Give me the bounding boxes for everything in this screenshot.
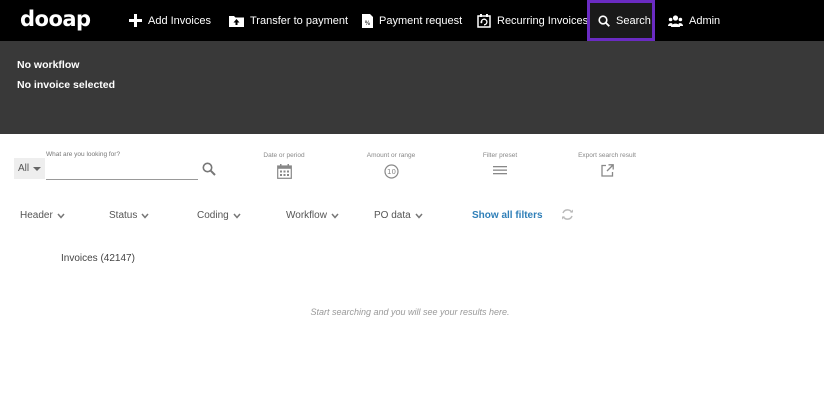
coding-filter-dropdown[interactable]: Coding [197, 210, 241, 221]
po-data-filter-label: PO data [374, 210, 411, 221]
nav-transfer-to-payment-label: Transfer to payment [250, 14, 349, 27]
nav-admin-label: Admin [689, 14, 721, 27]
coding-filter-label: Coding [197, 210, 229, 221]
nav-search[interactable]: Search [587, 0, 655, 41]
nav-payment-request-label: Payment request [379, 14, 463, 27]
nav-recurring-invoices-label: Recurring Invoices [497, 14, 589, 27]
svg-text:%: % [365, 20, 371, 27]
nav-admin[interactable]: Admin [668, 0, 720, 41]
export-search-result-button[interactable]: Export search result [562, 152, 652, 177]
invoice-status-text: No invoice selected [17, 79, 116, 91]
calendar-repeat-icon [477, 13, 491, 28]
header-filter-dropdown[interactable]: Header [20, 210, 65, 221]
export-search-result-label: Export search result [578, 152, 636, 159]
nav-recurring-invoices[interactable]: Recurring Invoices [477, 0, 588, 41]
folder-upload-icon [229, 15, 244, 27]
search-scope-dropdown[interactable]: All [14, 158, 45, 179]
nav-payment-request[interactable]: % Payment request [362, 0, 462, 41]
chevron-down-icon [233, 213, 241, 219]
header-filter-label: Header [20, 210, 53, 221]
workflow-filter-label: Workflow [286, 210, 327, 221]
workflow-status-text: No workflow [17, 59, 80, 71]
show-all-filters-link[interactable]: Show all filters [472, 210, 543, 221]
list-icon [493, 166, 507, 175]
dooap-logo[interactable]: dooap [20, 7, 91, 31]
search-scope-value: All [18, 163, 30, 174]
nav-add-invoices-label: Add Invoices [148, 14, 211, 27]
refresh-icon [562, 209, 573, 220]
search-input[interactable] [46, 163, 198, 180]
po-data-filter-dropdown[interactable]: PO data [374, 210, 423, 221]
amount-range-label: Amount or range [366, 152, 416, 159]
empty-results-message: Start searching and you will see your re… [310, 307, 510, 317]
filter-preset-label: Filter preset [482, 152, 518, 159]
search-icon [598, 14, 610, 27]
search-submit-button[interactable] [202, 162, 218, 178]
caret-down-icon [33, 167, 42, 171]
invoice-count: Invoices (42147) [61, 253, 135, 264]
amount-coin-icon: 10 [383, 164, 399, 179]
top-nav-bar: dooap Add Invoices Transfer to payment %… [0, 0, 824, 41]
nav-add-invoices[interactable]: Add Invoices [129, 0, 211, 41]
date-period-filter[interactable]: Date or period [239, 152, 329, 179]
calendar-icon [276, 164, 292, 179]
status-filter-dropdown[interactable]: Status [109, 210, 149, 221]
chevron-down-icon [141, 213, 149, 219]
chevron-down-icon [57, 213, 65, 219]
export-icon [600, 164, 614, 177]
date-period-label: Date or period [263, 152, 305, 159]
magnifier-icon [202, 162, 216, 176]
chevron-down-icon [331, 213, 339, 219]
users-icon [668, 14, 683, 27]
filter-preset-button[interactable]: Filter preset [455, 152, 545, 176]
status-filter-label: Status [109, 210, 138, 221]
svg-text:10: 10 [387, 168, 396, 176]
search-label: What are you looking for? [46, 151, 121, 158]
reset-filters-button[interactable] [561, 208, 574, 221]
nav-search-label: Search [616, 14, 651, 27]
amount-range-filter[interactable]: Amount or range 10 [346, 152, 436, 179]
nav-transfer-to-payment[interactable]: Transfer to payment [229, 0, 348, 41]
plus-icon [129, 14, 142, 27]
invoice-status-panel: No workflow No invoice selected [0, 41, 824, 134]
workflow-filter-dropdown[interactable]: Workflow [286, 210, 339, 221]
document-percent-icon: % [362, 13, 373, 28]
chevron-down-icon [415, 213, 423, 219]
